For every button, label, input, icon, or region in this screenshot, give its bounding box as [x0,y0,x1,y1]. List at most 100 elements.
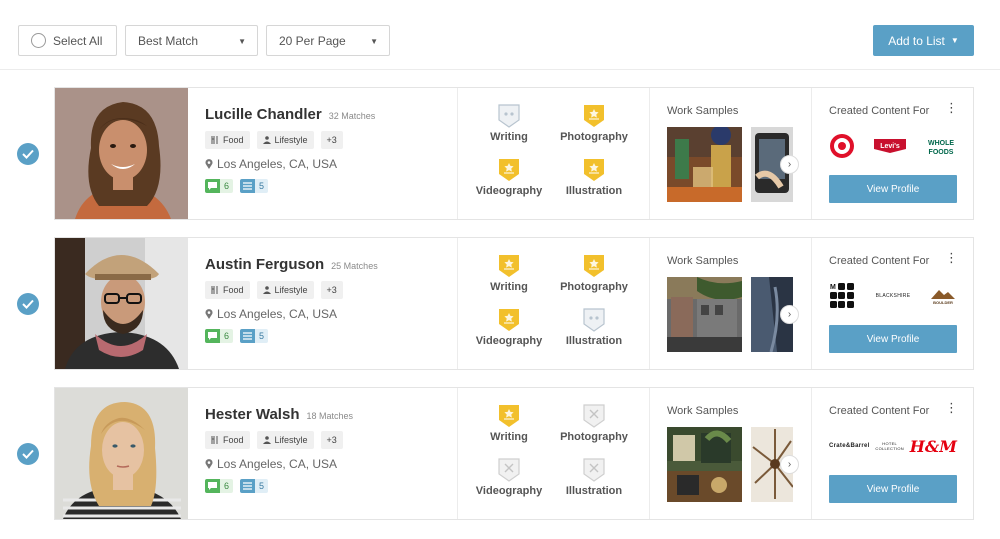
skill-label: Photography [560,131,628,143]
shield-active-icon [499,309,519,331]
levis-logo[interactable]: Levi's [873,138,907,154]
view-profile-button[interactable]: View Profile [829,175,957,203]
hm-logo[interactable]: H&M [910,437,957,456]
shield-disabled-icon [583,404,605,428]
utensils-icon [211,286,218,294]
skill-videography: Videography [464,458,554,497]
skill-videography: Videography [464,308,554,347]
more-options-icon[interactable]: ⋮ [945,101,958,114]
creator-name[interactable]: Hester Walsh [205,406,299,423]
tag-lifestyle[interactable]: Lifestyle [256,281,314,299]
lists-badge[interactable]: 5 [240,329,269,343]
activity-badges: 6 5 [205,179,457,193]
next-sample-button[interactable]: › [780,305,799,324]
match-count: 18 Matches [306,411,354,421]
lists-badge[interactable]: 5 [240,179,269,193]
shield-disabled-icon [583,458,605,482]
lists-count: 5 [255,179,269,193]
select-all-label: Select All [53,33,103,48]
person-icon [262,436,271,444]
select-all-button[interactable]: Select All [18,25,117,56]
tag-food[interactable]: Food [205,131,250,149]
work-samples: Work Samples › [650,388,812,519]
skill-label: Videography [475,185,543,197]
shield-active-icon [584,105,604,127]
blackshire-logo[interactable]: BLACKSHIRE [876,293,911,299]
per-page-dropdown[interactable]: 20 Per Page ▼ [266,25,390,56]
person-icon [262,136,271,144]
sort-label: Best Match [138,33,199,48]
brand-logos: Levi's WHOLE FOODS [829,130,957,162]
tag-food[interactable]: Food [205,281,250,299]
creator-card: Hester Walsh 18 Matches Food Lifestyle +… [54,387,974,520]
tag-label: Lifestyle [274,135,308,145]
caret-down-icon: ▼ [238,37,246,46]
crate-barrel-logo[interactable]: Crate&Barrel [829,443,870,449]
checkmark-icon [22,449,34,459]
target-logo[interactable] [829,133,855,159]
brands-panel: Created Content For ⋮ M BLACKSHIRE BOULD… [812,238,974,369]
whole-foods-logo[interactable]: WHOLE FOODS [925,134,957,158]
view-profile-button[interactable]: View Profile [829,325,957,353]
work-samples-title: Work Samples [667,405,739,417]
avatar[interactable] [55,388,188,519]
creator-name[interactable]: Austin Ferguson [205,256,324,273]
view-profile-button[interactable]: View Profile [829,475,957,503]
work-sample-thumb[interactable] [667,127,742,202]
tag-lifestyle[interactable]: Lifestyle [256,131,314,149]
caret-down-icon: ▼ [950,36,959,45]
tag-more[interactable]: +3 [320,431,343,449]
chat-icon [208,332,217,340]
location: Los Angeles, CA, USA [205,157,457,171]
lists-badge[interactable]: 5 [240,479,269,493]
m-grid-logo[interactable]: M [829,282,857,310]
location-pin-icon [205,159,213,169]
tag-food[interactable]: Food [205,431,250,449]
location: Los Angeles, CA, USA [205,457,457,471]
hotel-collection-logo[interactable]: HOTEL COLLECTION [873,441,907,451]
tag-list: Food Lifestyle +3 [205,281,457,299]
work-samples-title: Work Samples [667,105,739,117]
work-sample-thumb[interactable] [667,277,742,352]
skill-label: Videography [475,485,543,497]
messages-badge[interactable]: 6 [205,329,234,343]
messages-badge[interactable]: 6 [205,179,234,193]
creator-name[interactable]: Lucille Chandler [205,106,322,123]
skills-panel: Writing Photography Videography Illustra… [458,88,650,219]
next-sample-button[interactable]: › [780,455,799,474]
more-options-icon[interactable]: ⋮ [945,401,958,414]
skill-label: Illustration [565,485,623,497]
location: Los Angeles, CA, USA [205,307,457,321]
add-to-list-label: Add to List [888,33,945,48]
chevron-right-icon: › [787,309,792,320]
location-text: Los Angeles, CA, USA [217,307,338,321]
row-selected-checkbox[interactable] [17,293,39,315]
chat-icon [208,482,217,490]
more-options-icon[interactable]: ⋮ [945,251,958,264]
add-to-list-button[interactable]: Add to List ▼ [873,25,974,56]
skill-photography: Photography [549,404,639,443]
toolbar: Select All Best Match ▼ 20 Per Page ▼ Ad… [0,0,1000,70]
shield-inactive-icon [498,104,520,128]
work-sample-thumb[interactable] [667,427,742,502]
avatar[interactable] [55,88,188,219]
tag-more[interactable]: +3 [320,131,343,149]
messages-badge[interactable]: 6 [205,479,234,493]
activity-badges: 6 5 [205,479,457,493]
skills-panel: Writing Photography Videography Illustra… [458,238,650,369]
checkmark-icon [22,299,34,309]
tag-lifestyle[interactable]: Lifestyle [256,431,314,449]
shield-active-icon [584,255,604,277]
row-selected-checkbox[interactable] [17,143,39,165]
shield-active-icon [499,159,519,181]
boulder-logo[interactable]: BOULDER [929,287,957,305]
row-selected-checkbox[interactable] [17,443,39,465]
sort-dropdown[interactable]: Best Match ▼ [125,25,258,56]
avatar[interactable] [55,238,188,369]
next-sample-button[interactable]: › [780,155,799,174]
utensils-icon [211,136,218,144]
svg-text:M: M [830,284,836,291]
tag-label: Food [223,135,244,145]
utensils-icon [211,436,218,444]
tag-more[interactable]: +3 [320,281,343,299]
